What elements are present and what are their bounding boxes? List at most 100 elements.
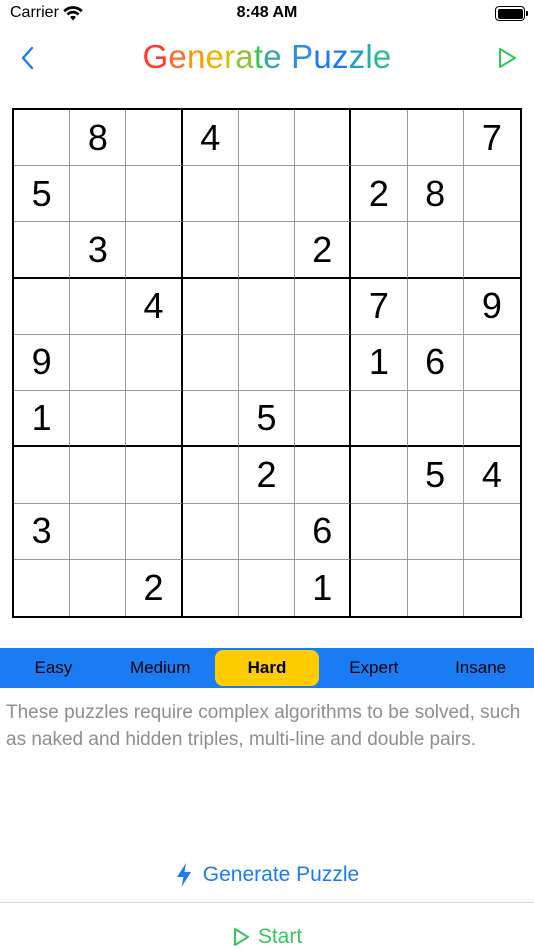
sudoku-cell[interactable]: 1 [295, 559, 352, 616]
sudoku-cell[interactable] [14, 278, 71, 335]
generate-puzzle-button[interactable]: Generate Puzzle [0, 858, 534, 892]
sudoku-cell[interactable] [351, 559, 408, 616]
sudoku-cell[interactable] [70, 559, 127, 616]
sudoku-cell[interactable] [126, 447, 183, 504]
sudoku-cell[interactable]: 8 [70, 110, 127, 167]
sudoku-cell[interactable] [14, 222, 71, 279]
sudoku-cell[interactable]: 4 [463, 447, 520, 504]
sudoku-cell[interactable]: 6 [407, 334, 464, 392]
sudoku-cell[interactable] [126, 222, 183, 279]
sudoku-cell[interactable] [351, 110, 408, 167]
sudoku-cell[interactable] [126, 334, 183, 392]
sudoku-cell[interactable] [183, 559, 239, 616]
navigation-bar: Generate Puzzle [0, 28, 534, 90]
sudoku-cell[interactable]: 5 [14, 166, 71, 223]
sudoku-cell[interactable]: 9 [463, 279, 520, 335]
sudoku-cell[interactable] [14, 559, 71, 616]
sudoku-cell[interactable] [408, 559, 464, 616]
sudoku-cell[interactable] [351, 503, 408, 560]
sudoku-cell[interactable]: 3 [14, 503, 71, 560]
sudoku-cell[interactable] [70, 447, 127, 504]
sudoku-cell[interactable] [70, 334, 127, 392]
sudoku-cell[interactable] [182, 166, 239, 223]
sudoku-cell[interactable] [70, 391, 127, 448]
sudoku-cell[interactable]: 7 [351, 278, 408, 335]
difficulty-option-easy[interactable]: Easy [1, 650, 106, 686]
sudoku-cell[interactable] [295, 166, 352, 223]
title-letter [282, 38, 291, 75]
sudoku-cell[interactable] [239, 559, 296, 616]
sudoku-cell[interactable] [126, 391, 183, 448]
sudoku-cell[interactable] [463, 391, 520, 448]
sudoku-cell[interactable] [238, 222, 296, 279]
difficulty-option-hard[interactable]: Hard [214, 650, 320, 686]
sudoku-cell[interactable] [14, 447, 71, 504]
sudoku-cell[interactable]: 4 [182, 110, 239, 167]
sudoku-cell[interactable]: 1 [14, 391, 71, 448]
sudoku-cell[interactable] [182, 503, 239, 560]
sudoku-cell[interactable] [295, 391, 352, 448]
sudoku-cell[interactable] [14, 110, 71, 167]
sudoku-cell[interactable] [70, 503, 127, 560]
sudoku-cell[interactable] [238, 278, 296, 335]
sudoku-cell[interactable] [70, 278, 127, 335]
sudoku-cell[interactable]: 2 [295, 222, 352, 279]
sudoku-cell[interactable] [182, 222, 239, 279]
sudoku-cell[interactable] [238, 110, 296, 167]
sudoku-cell[interactable] [463, 166, 520, 223]
sudoku-cell[interactable] [182, 334, 239, 392]
sudoku-cell[interactable]: 2 [351, 166, 408, 223]
sudoku-cell[interactable] [407, 222, 464, 279]
sudoku-cell[interactable] [463, 222, 520, 279]
sudoku-cell[interactable]: 3 [70, 222, 127, 279]
difficulty-option-insane[interactable]: Insane [428, 650, 533, 686]
sudoku-cell[interactable] [351, 447, 408, 504]
sudoku-cell[interactable] [463, 335, 520, 392]
sudoku-cell[interactable] [295, 278, 352, 335]
sudoku-cell[interactable] [463, 504, 520, 560]
sudoku-cell[interactable] [351, 391, 408, 448]
title-letter: e [263, 38, 282, 75]
sudoku-grid: 84752832479916152543621 [12, 108, 522, 618]
sudoku-cell[interactable]: 2 [238, 447, 296, 504]
play-button[interactable] [496, 46, 518, 70]
sudoku-cell[interactable] [407, 391, 464, 448]
sudoku-cell[interactable] [464, 560, 520, 616]
sudoku-cell[interactable] [238, 334, 296, 392]
sudoku-cell[interactable] [126, 503, 183, 560]
sudoku-cell[interactable]: 4 [126, 278, 183, 335]
sudoku-cell[interactable] [182, 391, 239, 448]
start-label: Start [257, 925, 303, 948]
sudoku-cell[interactable] [295, 447, 352, 504]
sudoku-cell[interactable] [126, 110, 183, 167]
sudoku-cell[interactable] [238, 503, 296, 560]
difficulty-selector: Easy Medium Hard Expert Insane [0, 648, 534, 688]
sudoku-cell[interactable]: 1 [351, 334, 408, 392]
title-letter: P [291, 38, 314, 75]
sudoku-cell[interactable] [407, 278, 464, 335]
sudoku-cell[interactable]: 8 [407, 166, 464, 223]
title-letter: e [205, 38, 225, 75]
difficulty-option-expert[interactable]: Expert [321, 650, 426, 686]
difficulty-option-medium[interactable]: Medium [108, 650, 213, 686]
sudoku-cell[interactable] [407, 110, 464, 167]
sudoku-cell[interactable] [126, 166, 183, 223]
title-letter: t [253, 38, 264, 75]
sudoku-cell[interactable] [351, 222, 408, 279]
generate-puzzle-label: Generate Puzzle [202, 863, 360, 886]
sudoku-cell[interactable]: 9 [14, 334, 71, 392]
sudoku-cell[interactable]: 7 [463, 110, 520, 167]
sudoku-cell[interactable]: 5 [238, 391, 296, 448]
sudoku-cell[interactable]: 5 [407, 447, 464, 504]
title-letter: G [142, 38, 169, 75]
sudoku-cell[interactable]: 2 [126, 559, 183, 616]
sudoku-cell[interactable] [182, 278, 239, 335]
start-button[interactable]: Start [0, 922, 534, 950]
sudoku-cell[interactable] [182, 447, 239, 504]
sudoku-cell[interactable] [295, 110, 352, 167]
sudoku-cell[interactable] [407, 503, 464, 560]
sudoku-cell[interactable] [70, 166, 127, 223]
sudoku-cell[interactable] [295, 334, 352, 392]
sudoku-cell[interactable] [238, 166, 296, 223]
sudoku-cell[interactable]: 6 [295, 503, 352, 560]
